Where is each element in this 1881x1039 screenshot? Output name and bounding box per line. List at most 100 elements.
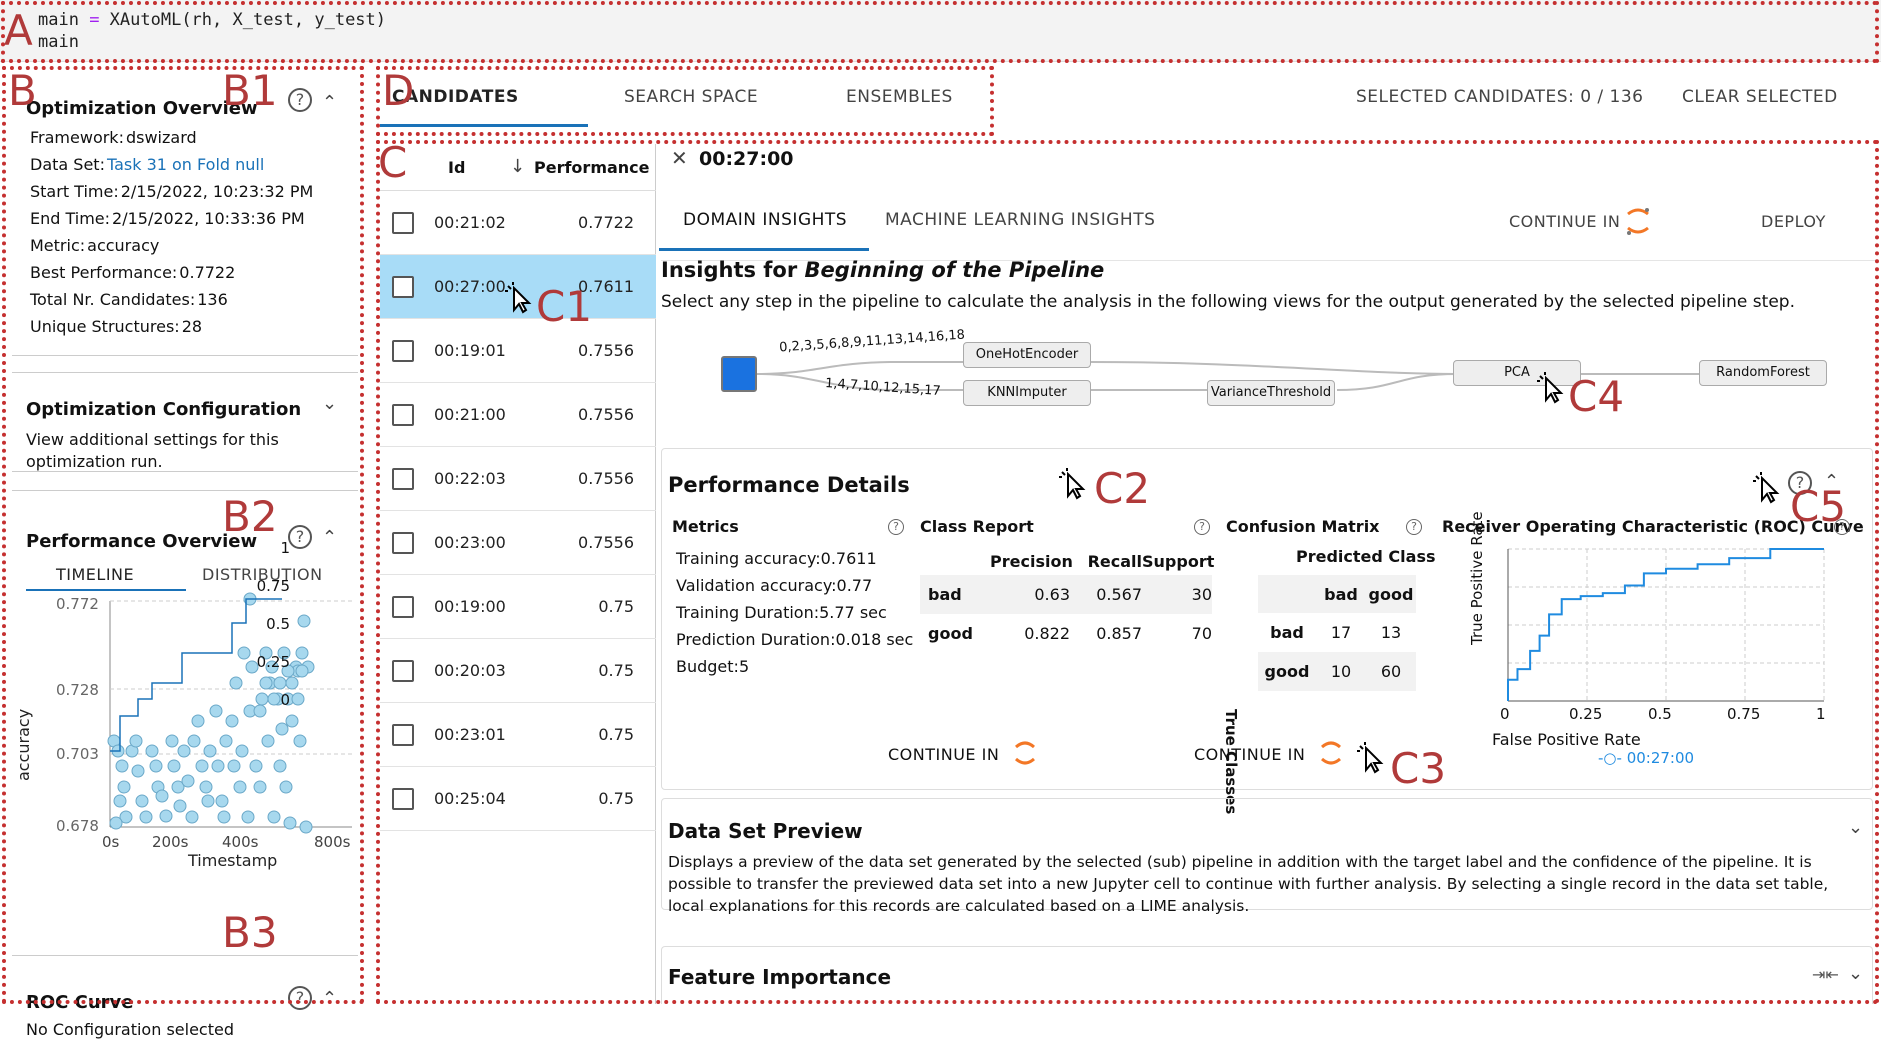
metric-label: Budget: <box>676 657 739 676</box>
metric-label: Validation accuracy: <box>676 576 837 595</box>
overview-row-value[interactable]: Task 31 on Fold null <box>107 155 264 174</box>
scatter-point <box>209 704 223 718</box>
row-id: 00:19:01 <box>434 341 506 360</box>
annotation-label-c4: C4 <box>1568 372 1625 421</box>
class-report-title: Class Report <box>920 517 1034 536</box>
help-icon[interactable]: ? <box>888 519 904 535</box>
tab-ml-insights[interactable]: MACHINE LEARNING INSIGHTS <box>885 210 1155 230</box>
row-checkbox[interactable] <box>392 404 414 426</box>
collapse-icon[interactable]: ⌃ <box>322 527 337 548</box>
table-row[interactable]: 00:20:03 0.75 <box>380 639 656 703</box>
annotation-label-b: B <box>8 66 37 115</box>
row-performance: 0.7722 <box>578 213 634 232</box>
scatter-point <box>241 810 255 824</box>
clear-selected-button[interactable]: CLEAR SELECTED <box>1682 87 1838 107</box>
close-icon[interactable]: ✕ <box>671 146 688 170</box>
confusion-cell: 17 <box>1330 623 1352 642</box>
pipeline-node[interactable]: VarianceThreshold <box>1207 380 1335 406</box>
scatter-point <box>255 692 269 706</box>
table-row[interactable]: 00:23:01 0.75 <box>380 703 656 767</box>
table-row[interactable]: 00:21:00 0.7556 <box>380 383 656 447</box>
row-checkbox[interactable] <box>392 276 414 298</box>
row-checkbox[interactable] <box>392 340 414 362</box>
candidate-table: Id ↓ Performance 00:21:02 0.7722 00:27:00 0… <box>380 144 656 1004</box>
row-checkbox[interactable] <box>392 788 414 810</box>
table-row[interactable]: 00:25:04 0.75 <box>380 767 656 831</box>
table-row[interactable]: 00:22:03 0.7556 <box>380 447 656 511</box>
pipeline-source-node[interactable] <box>721 356 757 392</box>
tab-search-space[interactable]: SEARCH SPACE <box>624 87 758 107</box>
compress-icon[interactable]: ⇥⇤ <box>1812 965 1839 984</box>
scatter-point <box>275 722 289 736</box>
scatter-point <box>211 759 225 773</box>
row-checkbox[interactable] <box>392 724 414 746</box>
performance-overview-panel: Performance Overview ? ⌃ TIMELINE DISTRI… <box>12 490 358 956</box>
row-performance: 0.7556 <box>578 341 634 360</box>
collapse-icon[interactable]: ⌃ <box>322 92 337 113</box>
overview-rows: Framework: dswizard Data Set: Task 31 on Fo… <box>30 124 313 340</box>
row-checkbox[interactable] <box>392 468 414 490</box>
row-checkbox[interactable] <box>392 532 414 554</box>
expand-icon[interactable]: ⌄ <box>1848 817 1863 838</box>
column-header-performance[interactable]: Performance <box>534 158 650 177</box>
overview-row-value: 2/15/2022, 10:23:32 PM <box>120 182 314 201</box>
pipeline-node[interactable]: OneHotEncoder <box>963 342 1091 368</box>
tab-timeline[interactable]: TIMELINE <box>56 565 134 584</box>
overview-row: Framework: dswizard <box>30 124 313 151</box>
help-icon[interactable]: ? <box>288 525 312 549</box>
scatter-point <box>201 794 215 808</box>
feature-importance-title: Feature Importance <box>668 965 892 989</box>
table-row[interactable]: 00:19:00 0.75 <box>380 575 656 639</box>
code-cell[interactable]: main = XAutoML(rh, X_test, y_test) main <box>0 0 1881 62</box>
row-id: 00:23:01 <box>434 725 506 744</box>
row-checkbox[interactable] <box>392 596 414 618</box>
scatter-point <box>249 759 263 773</box>
overview-row-label: Data Set: <box>30 155 105 174</box>
tab-domain-insights[interactable]: DOMAIN INSIGHTS <box>683 210 847 230</box>
scatter-point <box>199 780 213 794</box>
roc-xtick: 0.25 <box>1569 705 1603 723</box>
help-icon[interactable]: ? <box>1194 519 1210 535</box>
pipeline-node[interactable]: KNNImputer <box>963 380 1091 406</box>
roc-legend: -○- 00:27:00 <box>1598 749 1695 767</box>
confusion-col-label: bad <box>1324 584 1358 604</box>
row-id: 00:19:00 <box>434 597 506 616</box>
scatter-point <box>191 714 205 728</box>
sidebar: Optimization Overview ? ⌃ Framework: dswi… <box>6 66 364 1039</box>
continue-in-button[interactable]: CONTINUE IN <box>1509 212 1620 231</box>
scatter-point <box>215 794 229 808</box>
scatter-point <box>225 714 239 728</box>
confusion-row: good 10 60 <box>1258 652 1416 691</box>
help-icon[interactable]: ? <box>288 88 312 112</box>
timeline-xlabel: Timestamp <box>188 851 278 870</box>
metric-value: 5.77 sec <box>819 603 887 622</box>
scatter-point <box>273 759 287 773</box>
table-row[interactable]: 00:21:02 0.7722 <box>380 191 656 255</box>
help-icon[interactable]: ? <box>1406 519 1422 535</box>
deploy-button[interactable]: DEPLOY <box>1761 212 1826 231</box>
tab-ensembles[interactable]: ENSEMBLES <box>846 87 953 107</box>
continue-in-button[interactable]: CONTINUE IN <box>888 745 999 764</box>
row-checkbox[interactable] <box>392 212 414 234</box>
class-report-table: Precision Recall Support bad 0.63 0.567 30 good… <box>920 547 1214 653</box>
help-icon[interactable]: ? <box>288 986 312 1010</box>
click-cursor-icon <box>505 282 532 314</box>
collapse-icon[interactable]: ⌃ <box>322 988 337 1009</box>
expand-icon[interactable]: ⌄ <box>322 393 337 414</box>
roc-ytick: 0.25 <box>256 653 290 671</box>
table-row[interactable]: 00:23:00 0.7556 <box>380 511 656 575</box>
metric-row: Training accuracy:0.7611 <box>676 545 913 572</box>
roc-xtick: 0 <box>1500 705 1510 723</box>
pipeline-node[interactable]: RandomForest <box>1699 360 1827 386</box>
row-checkbox[interactable] <box>392 660 414 682</box>
roc-ytick: 0.75 <box>256 577 290 595</box>
overview-row: Start Time: 2/15/2022, 10:23:32 PM <box>30 178 313 205</box>
column-header-id[interactable]: Id <box>448 158 465 177</box>
metric-row: Prediction Duration:0.018 sec <box>676 626 913 653</box>
scatter-point <box>217 810 231 824</box>
sort-down-icon[interactable]: ↓ <box>510 156 525 177</box>
expand-icon[interactable]: ⌄ <box>1848 963 1863 984</box>
scatter-point <box>135 794 149 808</box>
table-row[interactable]: 00:19:01 0.7556 <box>380 319 656 383</box>
continue-in-button[interactable]: CONTINUE IN <box>1194 745 1305 764</box>
